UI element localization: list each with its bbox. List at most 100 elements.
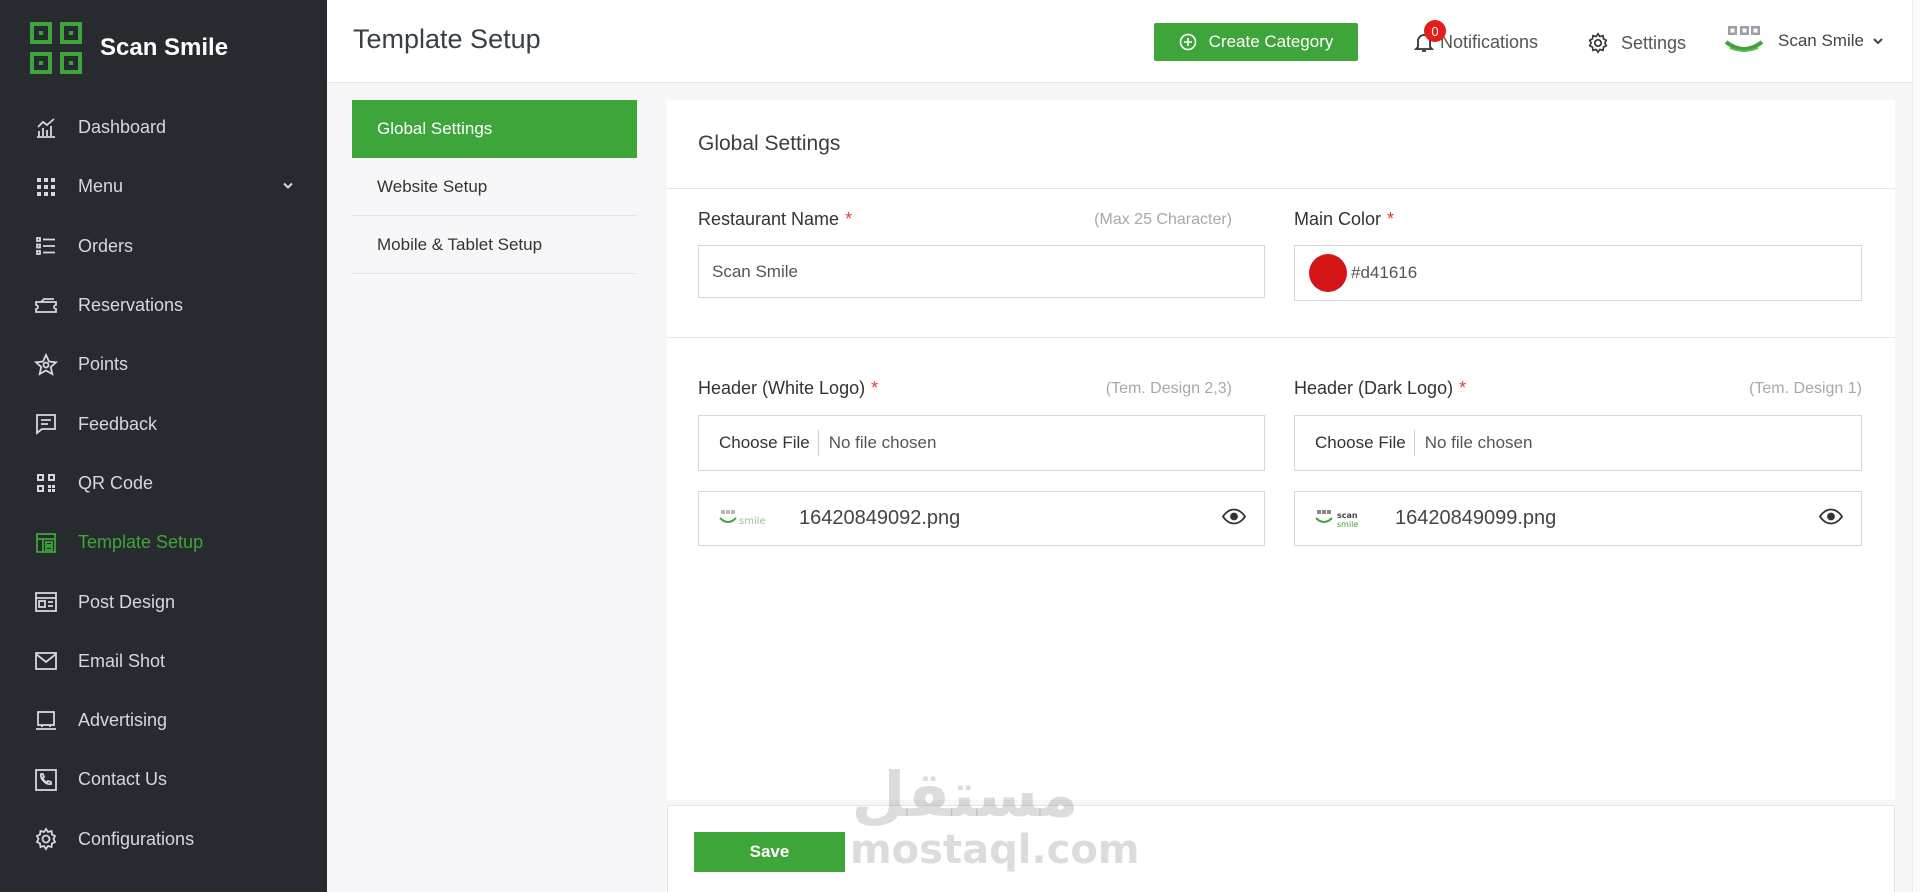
- svg-text:scan: scan: [1337, 511, 1358, 520]
- sidebar-item-label: Feedback: [78, 413, 158, 434]
- sidebar-item-label: Post Design: [78, 591, 176, 612]
- divider: [667, 337, 1895, 338]
- color-swatch[interactable]: [1309, 254, 1347, 292]
- sidebar-item-label: Menu: [78, 176, 124, 197]
- restaurant-name-hint: (Max 25 Character): [1094, 211, 1232, 228]
- file-name: 16420849099.png: [1395, 507, 1557, 529]
- eye-icon[interactable]: [1221, 507, 1247, 530]
- page-edge: [1912, 0, 1920, 892]
- chevron-down-icon[interactable]: [281, 176, 295, 197]
- required-marker: *: [1387, 209, 1395, 229]
- chevron-down-icon: [1873, 38, 1883, 45]
- user-menu[interactable]: Scan Smile: [1724, 24, 1884, 58]
- sidebar-item-advertising[interactable]: Advertising: [0, 691, 327, 750]
- choose-file-button[interactable]: Choose File: [719, 430, 819, 456]
- layout-icon: [34, 590, 58, 614]
- sidebar-item-label: Dashboard: [78, 117, 167, 138]
- form-footer: Save: [667, 805, 1895, 892]
- sidebar-item-template-setup[interactable]: Template Setup: [0, 513, 327, 572]
- sidebar-item-points[interactable]: Points: [0, 335, 327, 394]
- plus-circle-icon: [1179, 33, 1196, 51]
- restaurant-name-label-text: Restaurant Name: [698, 209, 840, 229]
- sidebar-item-post-design[interactable]: Post Design: [0, 572, 327, 631]
- create-category-label: Create Category: [1208, 32, 1334, 51]
- top-bar: Template Setup Create Category 0 Notific…: [327, 0, 1920, 83]
- gear-icon: [34, 827, 58, 851]
- white-logo-label: Header (White Logo) *: [698, 378, 878, 399]
- template-setup-subnav: Global Settings Website Setup Mobile & T…: [352, 100, 637, 274]
- chart-icon: [34, 116, 58, 140]
- user-name: Scan Smile: [1778, 31, 1864, 50]
- required-marker: *: [1459, 378, 1467, 398]
- svg-text:smile: smile: [1337, 520, 1358, 529]
- brand[interactable]: Scan Smile: [30, 22, 228, 74]
- sidebar-item-menu[interactable]: Menu: [0, 157, 327, 216]
- sidebar-item-qr-code[interactable]: QR Code: [0, 454, 327, 513]
- brand-name: Scan Smile: [100, 34, 229, 61]
- sidebar-item-label: Advertising: [78, 710, 168, 731]
- qr-icon: [34, 471, 58, 495]
- divider: [667, 188, 1895, 189]
- sidebar-item-reservations[interactable]: Reservations: [0, 276, 327, 335]
- file-status: No file chosen: [1424, 433, 1533, 452]
- dark-logo-file-input[interactable]: Choose File No file chosen: [1294, 415, 1862, 471]
- settings-button[interactable]: Settings: [1587, 32, 1686, 54]
- dark-logo-hint: (Tem. Design 1): [1749, 380, 1862, 397]
- sidebar-item-label: Points: [78, 354, 129, 375]
- grid-icon: [34, 175, 58, 199]
- sidebar-item-label: Orders: [78, 235, 134, 256]
- template-icon: [34, 531, 58, 555]
- white-logo-preview: smile 16420849092.png: [698, 491, 1265, 546]
- sidebar-item-email-shot[interactable]: Email Shot: [0, 632, 327, 691]
- dark-logo-preview: scan smile 16420849099.png: [1294, 491, 1862, 546]
- logo-thumbnail: smile: [719, 509, 766, 527]
- sidebar-item-label: Configurations: [78, 828, 195, 849]
- tab-global-settings[interactable]: Global Settings: [352, 100, 637, 158]
- star-icon: [34, 352, 58, 377]
- notifications-label: Notifications: [1440, 31, 1539, 52]
- settings-label: Settings: [1621, 32, 1687, 53]
- mail-icon: [34, 649, 58, 673]
- list-icon: [34, 234, 58, 258]
- sidebar-item-orders[interactable]: Orders: [0, 217, 327, 276]
- ticket-icon: [34, 294, 58, 318]
- sidebar-item-label: Template Setup: [78, 532, 204, 553]
- file-name: 16420849092.png: [799, 507, 961, 529]
- sidebar-item-feedback[interactable]: Feedback: [0, 394, 327, 453]
- sidebar-item-contact-us[interactable]: Contact Us: [0, 750, 327, 809]
- avatar: [1724, 26, 1764, 52]
- dark-logo-label: Header (Dark Logo) *: [1294, 378, 1466, 399]
- required-marker: *: [871, 378, 879, 398]
- create-category-button[interactable]: Create Category: [1154, 23, 1358, 61]
- sidebar-item-label: Contact Us: [78, 769, 168, 790]
- global-settings-card: Global Settings Restaurant Name * (Max 25…: [667, 100, 1895, 800]
- tab-mobile-tablet-setup[interactable]: Mobile & Tablet Setup: [352, 216, 637, 274]
- logo-thumbnail: scan smile: [1315, 509, 1358, 529]
- sidebar: Scan Smile Dashboard Menu Orders Reserva…: [0, 0, 327, 892]
- svg-text:smile: smile: [739, 516, 766, 527]
- bell-icon: 0: [1412, 20, 1446, 54]
- section-title: Global Settings: [698, 132, 841, 155]
- phone-icon: [34, 768, 58, 792]
- tab-website-setup[interactable]: Website Setup: [352, 158, 637, 216]
- required-marker: *: [845, 209, 853, 229]
- main-color-input[interactable]: #d41616: [1294, 245, 1862, 301]
- page-title: Template Setup: [353, 24, 541, 54]
- file-status: No file chosen: [828, 433, 937, 452]
- qr-logo-icon: [30, 22, 82, 74]
- notifications-button[interactable]: 0 Notifications: [1412, 20, 1539, 54]
- sidebar-item-dashboard[interactable]: Dashboard: [0, 98, 327, 157]
- save-button[interactable]: Save: [694, 832, 845, 872]
- sidebar-item-configurations[interactable]: Configurations: [0, 810, 327, 869]
- main-color-label-text: Main Color: [1294, 209, 1382, 229]
- sidebar-nav: Dashboard Menu Orders Reservations Point…: [0, 98, 327, 869]
- main-color-label: Main Color *: [1294, 209, 1394, 230]
- restaurant-name-input[interactable]: Scan Smile: [698, 245, 1265, 298]
- white-logo-file-input[interactable]: Choose File No file chosen: [698, 415, 1265, 471]
- white-logo-hint: (Tem. Design 2,3): [1105, 380, 1232, 397]
- restaurant-name-label: Restaurant Name *: [698, 209, 852, 230]
- eye-icon[interactable]: [1818, 507, 1844, 530]
- message-icon: [34, 412, 58, 436]
- dark-logo-label-text: Header (Dark Logo): [1294, 378, 1454, 398]
- choose-file-button[interactable]: Choose File: [1315, 430, 1415, 456]
